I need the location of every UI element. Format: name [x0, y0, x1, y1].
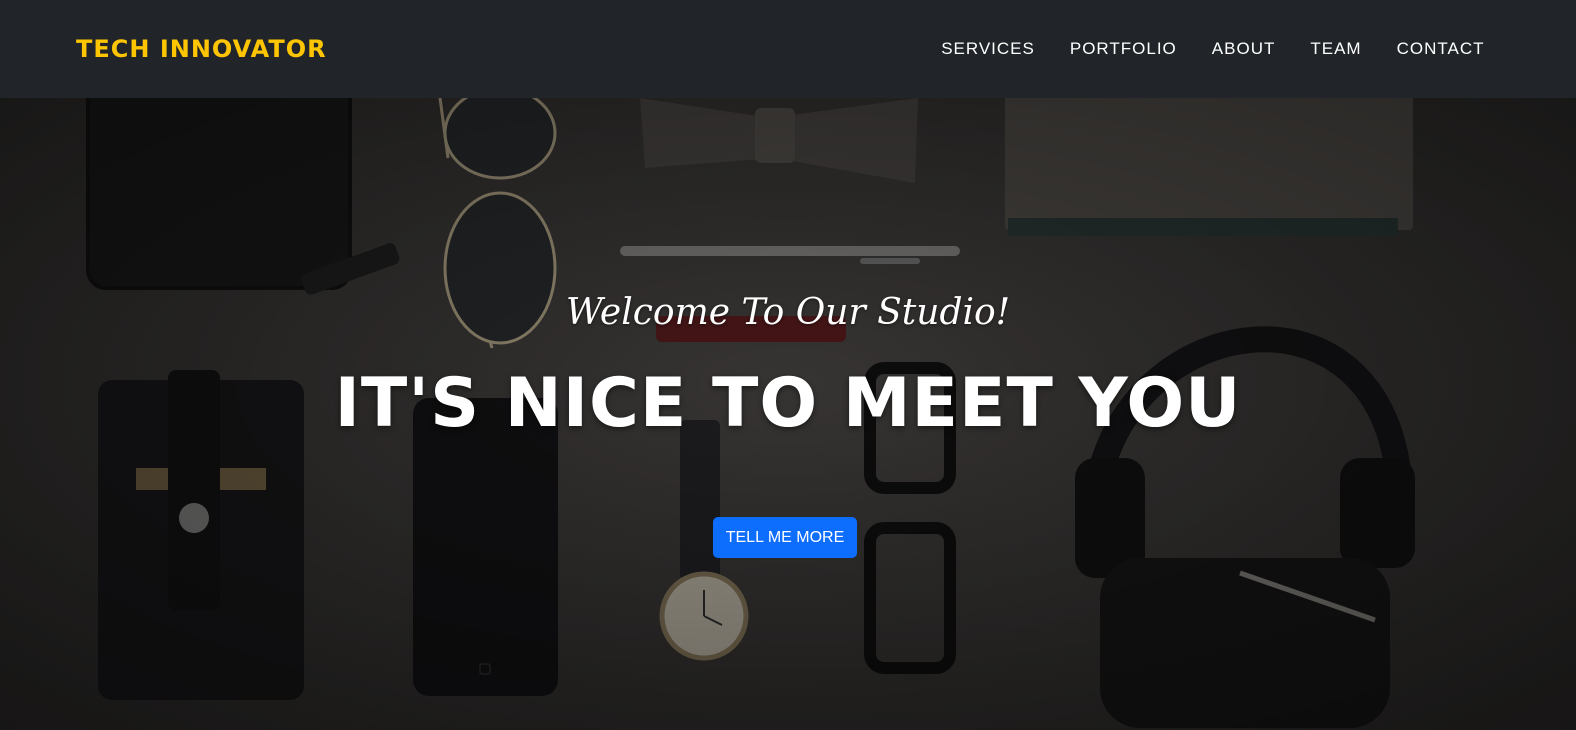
hero-section: Welcome To Our Studio! IT'S NICE TO MEET… — [0, 98, 1576, 730]
tell-me-more-button[interactable]: TELL ME MORE — [713, 517, 857, 558]
hero-subheading: Welcome To Our Studio! — [565, 292, 1011, 333]
nav-link-contact[interactable]: CONTACT — [1379, 39, 1502, 59]
nav-link-services[interactable]: SERVICES — [924, 39, 1053, 59]
top-navbar: TECH INNOVATOR SERVICES PORTFOLIO ABOUT … — [0, 0, 1576, 98]
nav-link-portfolio[interactable]: PORTFOLIO — [1052, 39, 1194, 59]
hero-heading: IT'S NICE TO MEET YOU — [334, 364, 1242, 443]
nav-link-about[interactable]: ABOUT — [1194, 39, 1293, 59]
nav-link-team[interactable]: TEAM — [1293, 39, 1379, 59]
nav-menu: SERVICES PORTFOLIO ABOUT TEAM CONTACT — [924, 39, 1502, 59]
brand-logo[interactable]: TECH INNOVATOR — [76, 35, 327, 63]
hero-content: Welcome To Our Studio! IT'S NICE TO MEET… — [0, 98, 1576, 730]
